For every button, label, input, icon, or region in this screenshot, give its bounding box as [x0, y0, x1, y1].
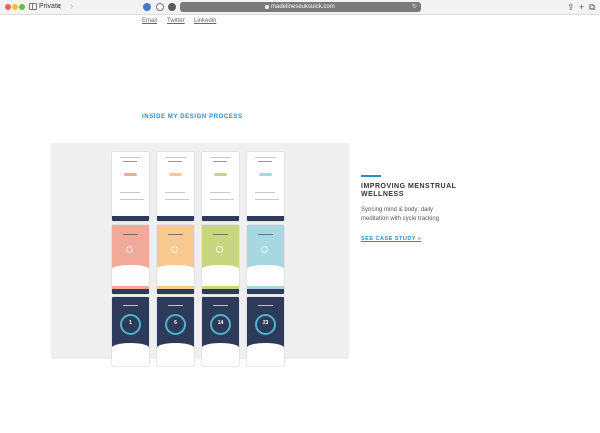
- share-icon[interactable]: ⇪: [567, 1, 575, 13]
- screen-text-line: [120, 157, 141, 158]
- screen-title-line: [168, 234, 183, 235]
- screen-title-line: [258, 305, 273, 306]
- screen-title-line: [258, 234, 273, 235]
- screen-text-line: [210, 192, 230, 193]
- extension-icon[interactable]: [143, 3, 151, 11]
- case-study-description: Syncing mind & body: daily meditation wi…: [361, 207, 440, 222]
- app-screen-today: [247, 152, 284, 221]
- project-image[interactable]: 1 6 14 23: [51, 143, 349, 366]
- tag-strip: [160, 207, 191, 220]
- back-arrow-icon[interactable]: ‹: [58, 1, 61, 12]
- screen-title-line: [213, 161, 227, 162]
- tab-overview-icon[interactable]: ⧉: [589, 1, 595, 13]
- screen-text-line: [165, 199, 189, 200]
- case-study-title: IMPROVING MENSTRUAL WELLNESS: [361, 183, 457, 198]
- new-tab-icon[interactable]: +: [579, 1, 584, 13]
- app-nav-bar: [112, 289, 149, 294]
- twitter-link[interactable]: Twitter: [167, 17, 185, 25]
- forward-arrow-icon[interactable]: ›: [70, 1, 73, 12]
- screen-title-line: [123, 234, 138, 235]
- screen-title-line: [258, 161, 272, 162]
- accent-rule: [361, 175, 381, 177]
- screen-wave: [202, 265, 239, 286]
- screen-wave: [247, 343, 284, 366]
- phase-pill: [169, 173, 182, 176]
- app-screen-meditation: [157, 225, 194, 294]
- screen-wave: [247, 265, 284, 286]
- screen-text-line: [255, 199, 279, 200]
- screen-wave: [157, 343, 194, 366]
- screen-text-line: [165, 192, 185, 193]
- cycle-day-number: 14: [217, 320, 224, 326]
- play-ring-icon: [216, 246, 223, 253]
- screen-text-line: [120, 192, 140, 193]
- phase-pill: [214, 173, 227, 176]
- screen-title-line: [213, 234, 228, 235]
- screen-wave: [157, 265, 194, 286]
- screen-text-line: [210, 199, 234, 200]
- screen-title-line: [123, 305, 138, 306]
- privacy-report-icon[interactable]: [168, 3, 176, 11]
- app-screen-meditation: [247, 225, 284, 294]
- app-nav-bar: [202, 216, 239, 221]
- lock-icon: [265, 5, 269, 9]
- linkedin-link[interactable]: Linkedin: [194, 17, 216, 25]
- browser-toolbar: Private ‹ › madelineseuksuick.com ↻ ⇪ + …: [0, 0, 600, 15]
- close-window-icon[interactable]: [5, 4, 11, 10]
- section-heading: INSIDE MY DESIGN PROCESS: [142, 114, 243, 120]
- app-screen-cycle: 14: [202, 297, 239, 366]
- app-screen-meditation: [112, 225, 149, 294]
- reload-icon[interactable]: ↻: [412, 2, 417, 12]
- screen-title-line: [123, 161, 137, 162]
- app-screen-today: [202, 152, 239, 221]
- cycle-day-number: 23: [262, 320, 269, 326]
- screen-text-line: [165, 157, 186, 158]
- screen-wave: [112, 265, 149, 286]
- shield-icon[interactable]: [156, 3, 164, 11]
- play-ring-icon: [126, 246, 133, 253]
- app-screen-meditation: [202, 225, 239, 294]
- screen-wave: [202, 343, 239, 366]
- address-bar[interactable]: madelineseuksuick.com ↻: [180, 2, 421, 12]
- screen-text-line: [120, 199, 144, 200]
- screen-title-line: [213, 305, 228, 306]
- tag-strip: [250, 207, 281, 220]
- app-screen-cycle: 1: [112, 297, 149, 366]
- play-ring-icon: [171, 246, 178, 253]
- tag-strip: [115, 207, 146, 220]
- app-nav-bar: [247, 216, 284, 221]
- screen-text-line: [210, 157, 231, 158]
- app-nav-bar: [157, 289, 194, 294]
- phase-pill: [124, 173, 137, 176]
- screen-text-line: [255, 192, 275, 193]
- app-screen-cycle: 23: [247, 297, 284, 366]
- app-screen-today: [112, 152, 149, 221]
- zoom-window-icon[interactable]: [19, 4, 25, 10]
- app-nav-bar: [202, 289, 239, 294]
- screen-title-line: [168, 305, 183, 306]
- screen-wave: [112, 343, 149, 366]
- app-screen-cycle: 6: [157, 297, 194, 366]
- screen-text-line: [255, 157, 276, 158]
- app-nav-bar: [112, 216, 149, 221]
- see-case-study-link[interactable]: SEE CASE STUDY »: [361, 235, 421, 243]
- phase-pill: [259, 173, 272, 176]
- cycle-day-number: 6: [174, 320, 177, 326]
- app-nav-bar: [157, 216, 194, 221]
- address-url: madelineseuksuick.com: [271, 4, 335, 10]
- app-nav-bar: [247, 289, 284, 294]
- play-ring-icon: [261, 246, 268, 253]
- email-link[interactable]: Email: [142, 17, 157, 25]
- minimize-window-icon[interactable]: [12, 4, 18, 10]
- cycle-day-number: 1: [129, 320, 132, 326]
- sidebar-toggle-icon[interactable]: [29, 3, 37, 10]
- tag-strip: [205, 207, 236, 220]
- app-screen-today: [157, 152, 194, 221]
- screen-title-line: [168, 161, 182, 162]
